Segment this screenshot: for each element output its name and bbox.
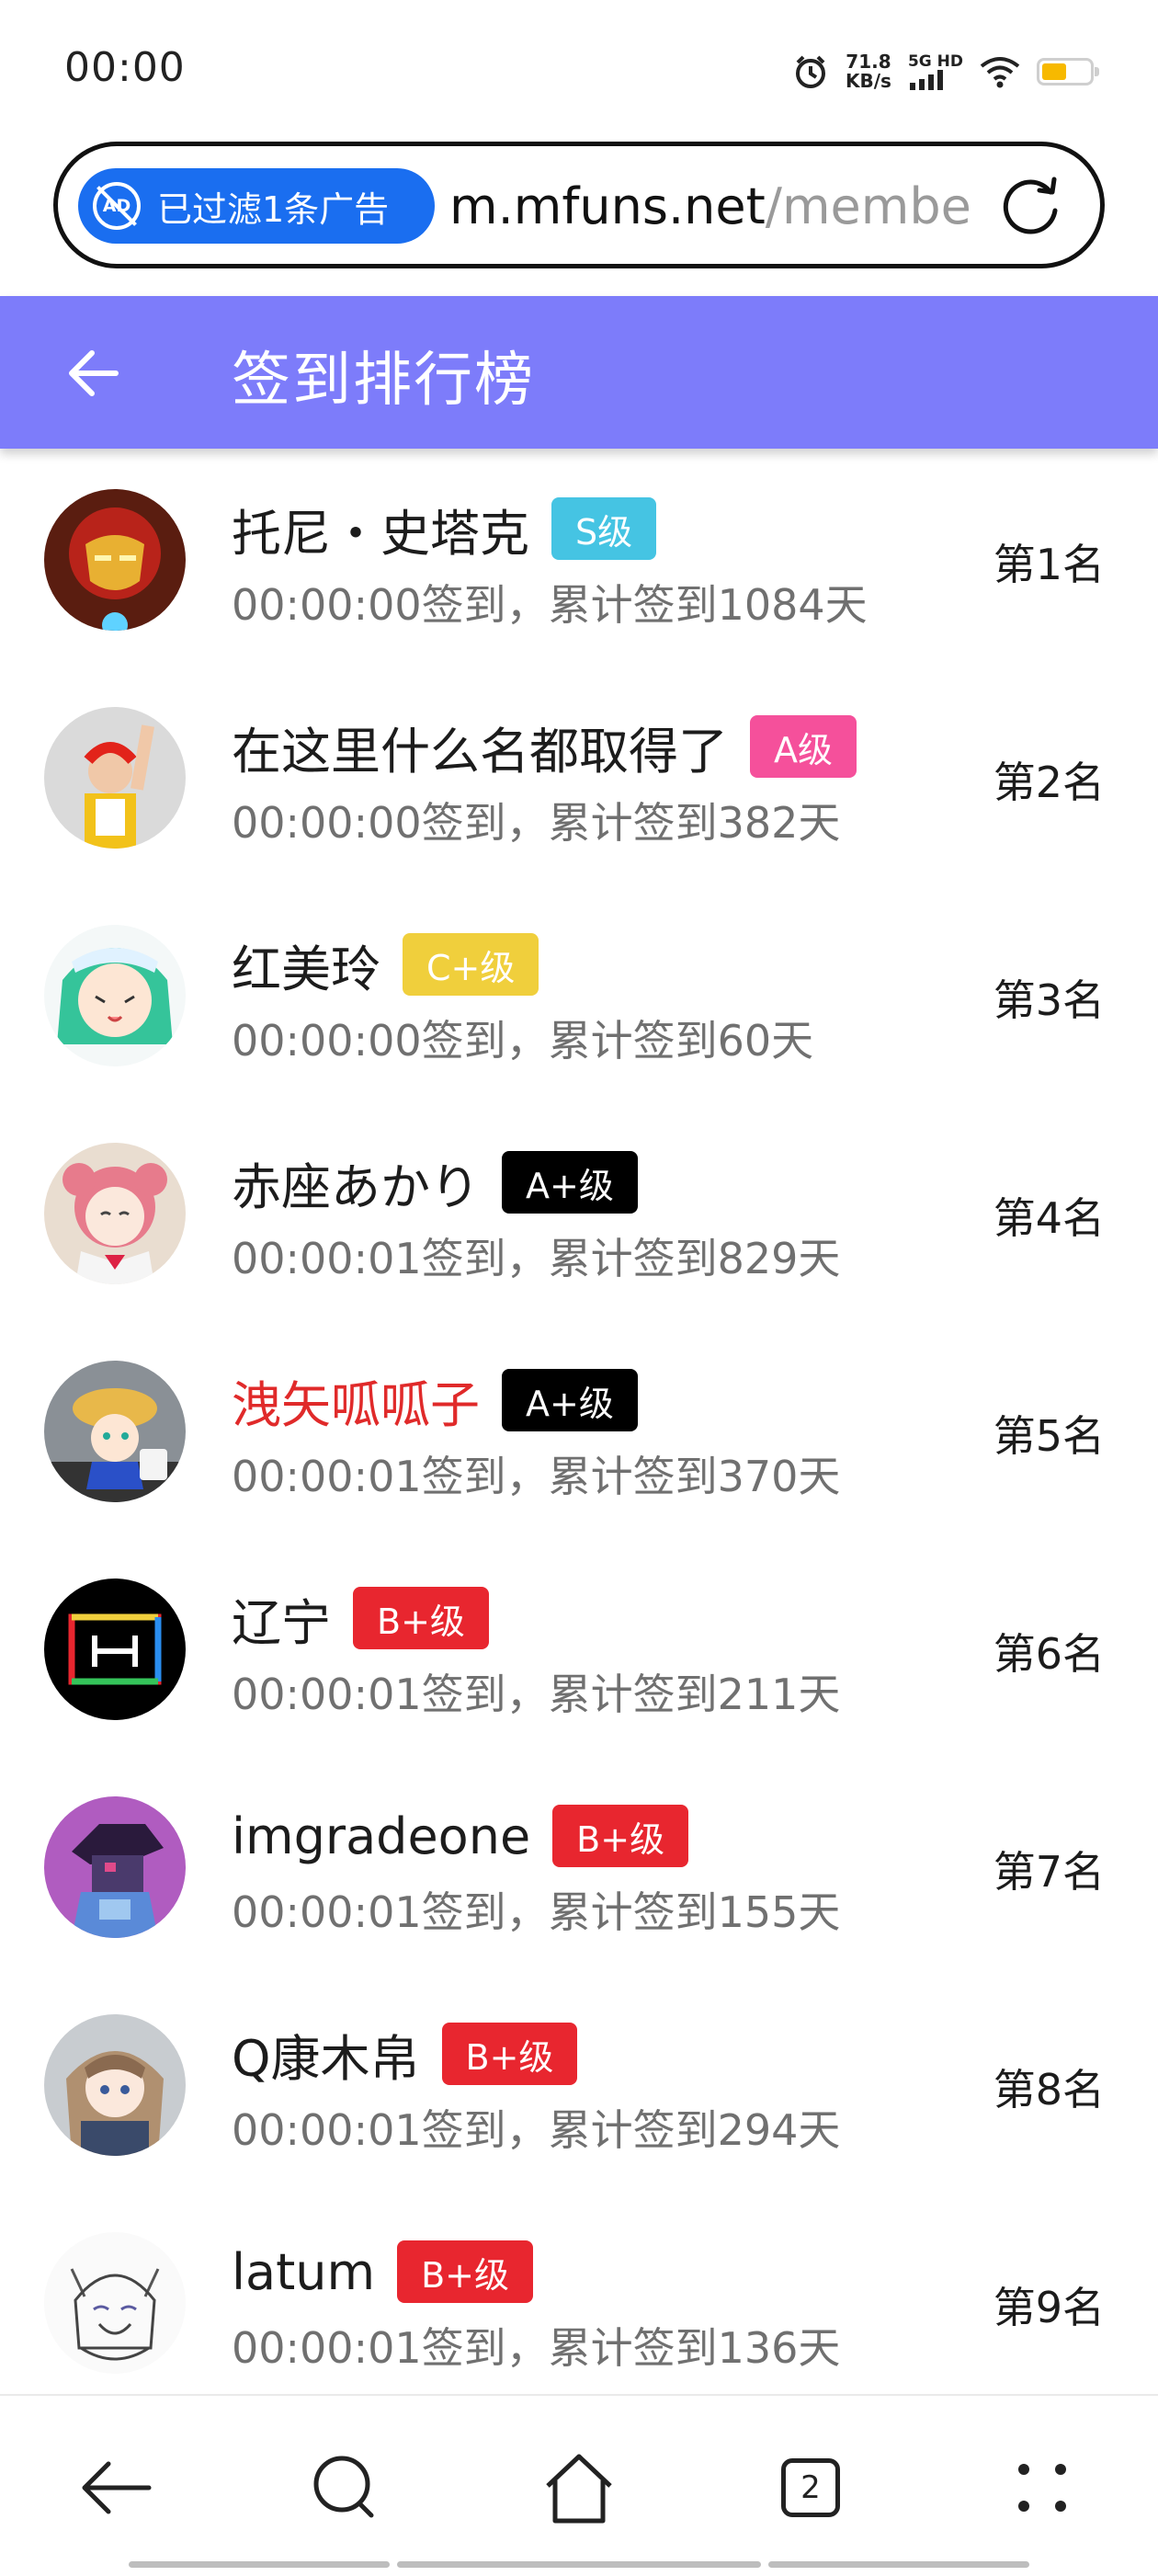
avatar [44, 925, 186, 1066]
menu-icon[interactable] [1002, 2447, 1083, 2528]
checkin-info: 00:00:01签到，累计签到155天 [232, 1887, 841, 1937]
app-header: 签到排行榜 [0, 296, 1158, 449]
checkin-info: 00:00:00签到，累计签到1084天 [232, 580, 868, 630]
level-badge: A级 [750, 715, 857, 778]
ad-filter-pill[interactable]: AD 已过滤1条广告 [78, 168, 435, 244]
list-item[interactable]: 托尼・史塔克 S级 00:00:00签到，累计签到1084天 第1名 [0, 449, 1158, 667]
tab-count: 2 [781, 2458, 840, 2517]
user-name[interactable]: 赤座あかり [232, 1146, 480, 1219]
checkin-info: 00:00:01签到，累计签到136天 [232, 2323, 841, 2373]
level-badge: A+级 [502, 1369, 638, 1431]
list-item[interactable]: Q康木帛 B+级 00:00:01签到，累计签到294天 第8名 [0, 1974, 1158, 2192]
list-item[interactable]: 辽宁 B+级 00:00:01签到，累计签到211天 第6名 [0, 1538, 1158, 1756]
avatar [44, 1579, 186, 1720]
avatar [44, 2232, 186, 2374]
alarm-icon [796, 55, 825, 88]
ranking-list: 托尼・史塔克 S级 00:00:00签到，累计签到1084天 第1名 在这里什么… [0, 449, 1158, 2410]
user-name[interactable]: 辽宁 [232, 1582, 331, 1655]
signal-icon [909, 70, 943, 90]
page-title: 签到排行榜 [232, 347, 535, 415]
list-item[interactable]: imgradeone B+级 00:00:01签到，累计签到155天 第7名 [0, 1756, 1158, 1974]
user-name[interactable]: 在这里什么名都取得了 [232, 711, 728, 783]
list-item[interactable]: latum B+级 00:00:01签到，累计签到136天 第9名 [0, 2192, 1158, 2410]
avatar [44, 707, 186, 849]
bottom-nav: 2 [0, 2394, 1158, 2576]
gesture-bar [768, 2561, 1029, 2568]
rank-label: 第4名 [993, 1193, 1105, 1243]
status-icons: 71.8 KB/s 5G HD [792, 46, 1099, 97]
avatar [44, 2014, 186, 2156]
avatar [44, 489, 186, 631]
url-field[interactable]: m.mfuns.net/membe [449, 172, 1010, 242]
user-name[interactable]: imgradeone [232, 1807, 530, 1865]
status-time: 00:00 [64, 44, 186, 91]
rank-label: 第2名 [993, 758, 1105, 807]
checkin-info: 00:00:00签到，累计签到60天 [232, 1016, 814, 1066]
rank-label: 第1名 [993, 540, 1105, 589]
back-icon[interactable] [75, 2447, 156, 2528]
rank-label: 第9名 [993, 2283, 1105, 2332]
level-badge: A+级 [502, 1151, 638, 1214]
rank-label: 第8名 [993, 2065, 1105, 2114]
back-arrow-icon[interactable] [62, 340, 129, 406]
level-badge: S级 [551, 497, 657, 560]
gesture-bar [397, 2561, 761, 2568]
rank-label: 第7名 [993, 1847, 1105, 1897]
avatar [44, 1143, 186, 1284]
rank-label: 第3名 [993, 975, 1105, 1025]
ad-filter-text: 已过滤1条广告 [157, 188, 390, 230]
level-badge: B+级 [441, 2023, 578, 2085]
avatar [44, 1361, 186, 1502]
status-bar: 00:00 71.8 KB/s 5G HD [0, 0, 1158, 138]
ad-block-icon: AD [93, 182, 141, 230]
search-icon[interactable] [305, 2447, 386, 2528]
rank-label: 第6名 [993, 1629, 1105, 1679]
net-speed: 71.8 KB/s [846, 51, 891, 92]
wifi-icon [980, 57, 1020, 88]
user-name[interactable]: 红美玲 [232, 929, 380, 1001]
avatar [44, 1796, 186, 1938]
level-badge: C+级 [403, 933, 539, 996]
list-item[interactable]: 红美玲 C+级 00:00:00签到，累计签到60天 第3名 [0, 884, 1158, 1102]
gesture-bar [129, 2561, 390, 2568]
tabs-icon[interactable]: 2 [770, 2447, 851, 2528]
level-badge: B+级 [552, 1805, 689, 1867]
checkin-info: 00:00:01签到，累计签到829天 [232, 1234, 841, 1283]
network-type: 5G HD [907, 52, 963, 71]
level-badge: B+级 [397, 2240, 534, 2303]
rank-label: 第5名 [993, 1411, 1105, 1461]
checkin-info: 00:00:01签到，累计签到370天 [232, 1452, 841, 1501]
checkin-info: 00:00:01签到，累计签到211天 [232, 1670, 841, 1719]
home-icon[interactable] [539, 2447, 619, 2528]
checkin-info: 00:00:00签到，累计签到382天 [232, 798, 841, 848]
user-name[interactable]: latum [232, 2243, 375, 2301]
list-item[interactable]: 在这里什么名都取得了 A级 00:00:00签到，累计签到382天 第2名 [0, 667, 1158, 884]
user-name[interactable]: 洩矢呱呱子 [232, 1364, 480, 1437]
level-badge: B+级 [353, 1587, 489, 1649]
address-bar[interactable]: AD 已过滤1条广告 m.mfuns.net/membe [53, 142, 1105, 268]
checkin-info: 00:00:01签到，累计签到294天 [232, 2105, 841, 2155]
user-name[interactable]: 托尼・史塔克 [232, 493, 529, 565]
list-item[interactable]: 赤座あかり A+级 00:00:01签到，累计签到829天 第4名 [0, 1102, 1158, 1320]
user-name[interactable]: Q康木帛 [232, 2018, 420, 2091]
battery-icon [1037, 58, 1099, 85]
reload-icon[interactable] [999, 174, 1063, 238]
list-item[interactable]: 洩矢呱呱子 A+级 00:00:01签到，累计签到370天 第5名 [0, 1320, 1158, 1538]
